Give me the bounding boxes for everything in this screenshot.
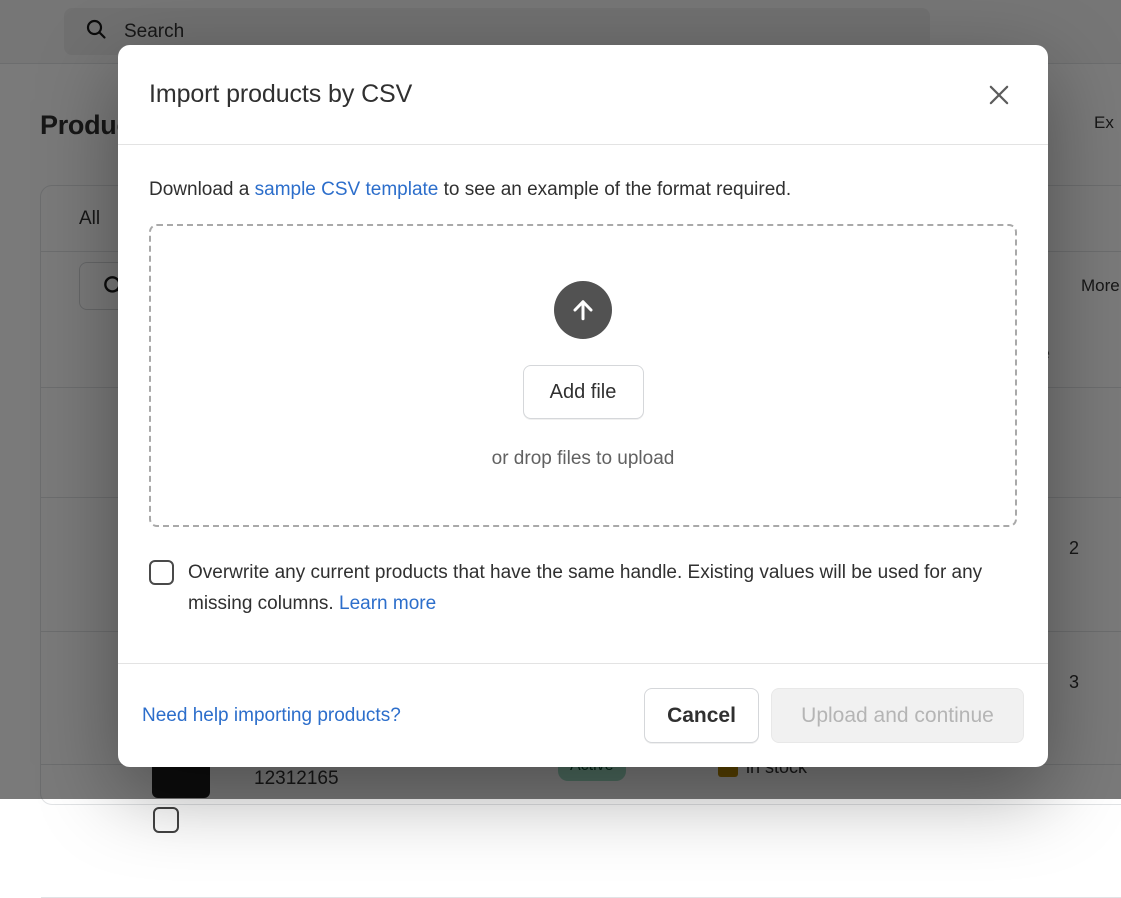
learn-more-link[interactable]: Learn more (339, 593, 436, 614)
overwrite-option: Overwrite any current products that have… (149, 557, 1017, 619)
cancel-button[interactable]: Cancel (644, 688, 759, 743)
intro-suffix: to see an example of the format required… (438, 179, 791, 200)
file-dropzone[interactable]: Add file or drop files to upload (149, 224, 1017, 527)
overwrite-description: Overwrite any current products that have… (188, 562, 982, 614)
modal-header: Import products by CSV (118, 45, 1048, 145)
modal-body: Download a sample CSV template to see an… (118, 145, 1048, 663)
intro-prefix: Download a (149, 179, 255, 200)
help-importing-link[interactable]: Need help importing products? (142, 705, 401, 727)
sample-csv-template-link[interactable]: sample CSV template (255, 179, 439, 200)
modal-footer: Need help importing products? Cancel Upl… (118, 663, 1048, 767)
row-checkbox[interactable] (153, 807, 179, 833)
import-products-modal: Import products by CSV Download a sample… (118, 45, 1048, 767)
drop-files-hint: or drop files to upload (492, 448, 675, 470)
close-icon[interactable] (978, 74, 1020, 116)
add-file-button[interactable]: Add file (523, 365, 644, 419)
overwrite-label: Overwrite any current products that have… (188, 557, 993, 619)
intro-text: Download a sample CSV template to see an… (149, 177, 1017, 203)
upload-and-continue-button[interactable]: Upload and continue (771, 688, 1024, 743)
modal-title: Import products by CSV (149, 80, 412, 109)
upload-arrow-icon (554, 281, 612, 339)
overwrite-checkbox[interactable] (149, 560, 174, 585)
